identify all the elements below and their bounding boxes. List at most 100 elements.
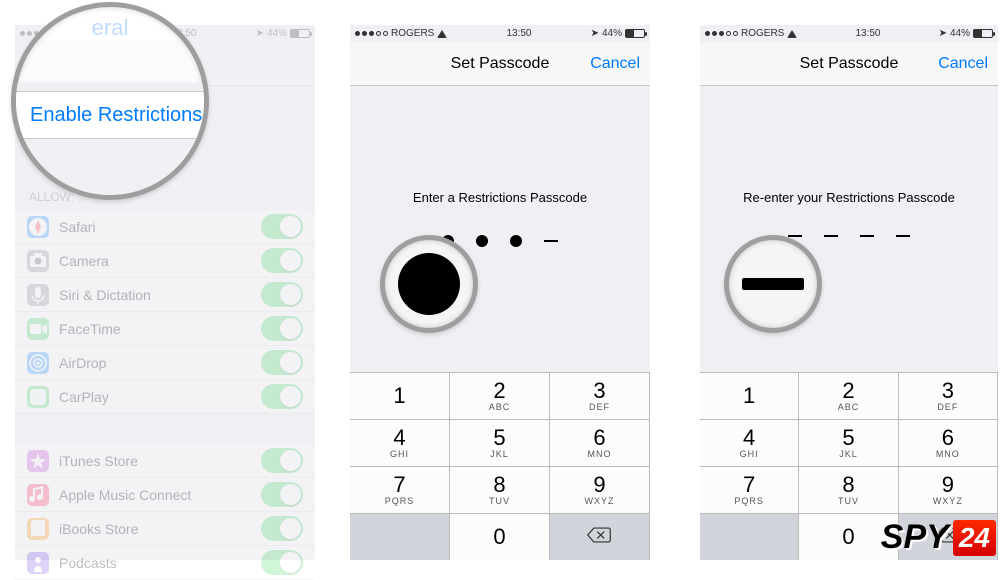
- settings-row-label: Safari: [59, 219, 251, 235]
- nav-bar: Set Passcode Cancel: [350, 42, 650, 86]
- keypad-key-6[interactable]: 6MNO: [899, 419, 998, 466]
- key-number: 2: [842, 380, 854, 402]
- key-letters: WXYZ: [933, 496, 963, 506]
- key-number: 7: [393, 474, 405, 496]
- battery-pct: 44%: [602, 28, 622, 39]
- location-icon: ➤: [939, 28, 947, 39]
- key-number: 7: [743, 474, 755, 496]
- toggle-switch[interactable]: [261, 282, 303, 307]
- camera-icon: [27, 250, 49, 272]
- key-letters: JKL: [839, 449, 858, 459]
- settings-row: Apple Music Connect: [15, 478, 315, 512]
- toggle-switch[interactable]: [261, 482, 303, 507]
- carrier-label: ROGERS: [741, 28, 784, 39]
- settings-row: Safari: [15, 210, 315, 244]
- settings-row: CarPlay: [15, 380, 315, 414]
- key-number: 2: [493, 380, 505, 402]
- podcast-icon: [27, 552, 49, 574]
- key-number: 4: [393, 427, 405, 449]
- key-letters: MNO: [936, 449, 960, 459]
- battery-pct: 44%: [267, 28, 287, 39]
- book-icon: [27, 518, 49, 540]
- keypad-key-8[interactable]: 8TUV: [450, 466, 550, 513]
- numeric-keypad: 12ABC3DEF4GHI5JKL6MNO7PQRS8TUV9WXYZ0: [350, 372, 650, 560]
- key-number: 6: [593, 427, 605, 449]
- key-letters: GHI: [740, 449, 759, 459]
- key-number: 1: [393, 385, 405, 407]
- keypad-key-2[interactable]: 2ABC: [799, 372, 898, 419]
- backspace-icon: [586, 526, 612, 549]
- lens-partial-text: eral: [16, 15, 204, 41]
- toggle-switch[interactable]: [261, 448, 303, 473]
- settings-row-label: Podcasts: [59, 555, 251, 571]
- keypad-key-6[interactable]: 6MNO: [550, 419, 650, 466]
- toggle-switch[interactable]: [261, 350, 303, 375]
- keypad-key-3[interactable]: 3DEF: [899, 372, 998, 419]
- battery-icon: [290, 29, 310, 38]
- settings-row: iBooks Store: [15, 512, 315, 546]
- key-number: 4: [743, 427, 755, 449]
- keypad-key-7[interactable]: 7PQRS: [350, 466, 450, 513]
- keypad-key-1[interactable]: 1: [700, 372, 799, 419]
- key-number: 5: [493, 427, 505, 449]
- keypad-key-9[interactable]: 9WXYZ: [550, 466, 650, 513]
- passcode-indicator: [350, 235, 650, 247]
- keypad-blank: [350, 513, 450, 560]
- keypad-key-4[interactable]: 4GHI: [700, 419, 799, 466]
- magnifier-lens-dot: [380, 235, 478, 333]
- settings-row-label: Camera: [59, 253, 251, 269]
- key-letters: TUV: [838, 496, 859, 506]
- phone-reenter-passcode-screen: ROGERS 13:50 ➤ 44% Set Passcode Cancel R…: [700, 25, 998, 560]
- enable-restrictions-label: Enable Restrictions: [30, 104, 202, 127]
- status-bar: ROGERS 13:50 ➤ 44%: [700, 25, 998, 42]
- key-number: 3: [942, 380, 954, 402]
- settings-row: AirDrop: [15, 346, 315, 380]
- key-number: 0: [493, 526, 505, 548]
- toggle-switch[interactable]: [261, 384, 303, 409]
- watermark-brand: SPY: [881, 518, 949, 557]
- passcode-dot-empty: [544, 240, 558, 242]
- key-letters: PQRS: [385, 496, 415, 506]
- toggle-switch[interactable]: [261, 516, 303, 541]
- keypad-key-4[interactable]: 4GHI: [350, 419, 450, 466]
- key-letters: DEF: [589, 402, 610, 412]
- keypad-key-5[interactable]: 5JKL: [799, 419, 898, 466]
- nav-bar: Set Passcode Cancel: [700, 42, 998, 86]
- settings-row: Siri & Dictation: [15, 278, 315, 312]
- keypad-key-9[interactable]: 9WXYZ: [899, 466, 998, 513]
- carplay-icon: [27, 386, 49, 408]
- compass-icon: [27, 216, 49, 238]
- backspace-key[interactable]: [550, 513, 650, 560]
- toggle-switch[interactable]: [261, 316, 303, 341]
- key-number: 1: [743, 385, 755, 407]
- keypad-key-3[interactable]: 3DEF: [550, 372, 650, 419]
- settings-row-label: Apple Music Connect: [59, 487, 251, 503]
- keypad-key-1[interactable]: 1: [350, 372, 450, 419]
- keypad-key-0[interactable]: 0: [450, 513, 550, 560]
- settings-row: Camera: [15, 244, 315, 278]
- keypad-key-8[interactable]: 8TUV: [799, 466, 898, 513]
- settings-row: FaceTime: [15, 312, 315, 346]
- passcode-dot-empty: [824, 235, 838, 237]
- enable-restrictions-row[interactable]: Enable Restrictions: [16, 91, 204, 139]
- cancel-button[interactable]: Cancel: [938, 55, 988, 73]
- key-number: 0: [842, 526, 854, 548]
- keypad-key-5[interactable]: 5JKL: [450, 419, 550, 466]
- cancel-button[interactable]: Cancel: [590, 55, 640, 73]
- keypad-key-7[interactable]: 7PQRS: [700, 466, 799, 513]
- passcode-prompt: Re-enter your Restrictions Passcode: [700, 190, 998, 205]
- toggle-switch[interactable]: [261, 248, 303, 273]
- passcode-dot-filled: [476, 235, 488, 247]
- battery-icon: [973, 29, 993, 38]
- passcode-dot-empty: [860, 235, 874, 237]
- nav-title: Set Passcode: [451, 55, 550, 73]
- nav-title: Set Passcode: [800, 55, 899, 73]
- keypad-key-2[interactable]: 2ABC: [450, 372, 550, 419]
- toggle-switch[interactable]: [261, 214, 303, 239]
- mic-icon: [27, 284, 49, 306]
- toggle-switch[interactable]: [261, 550, 303, 575]
- location-icon: ➤: [256, 28, 264, 39]
- settings-row: iTunes Store: [15, 444, 315, 478]
- settings-row-label: iBooks Store: [59, 521, 251, 537]
- key-letters: TUV: [489, 496, 510, 506]
